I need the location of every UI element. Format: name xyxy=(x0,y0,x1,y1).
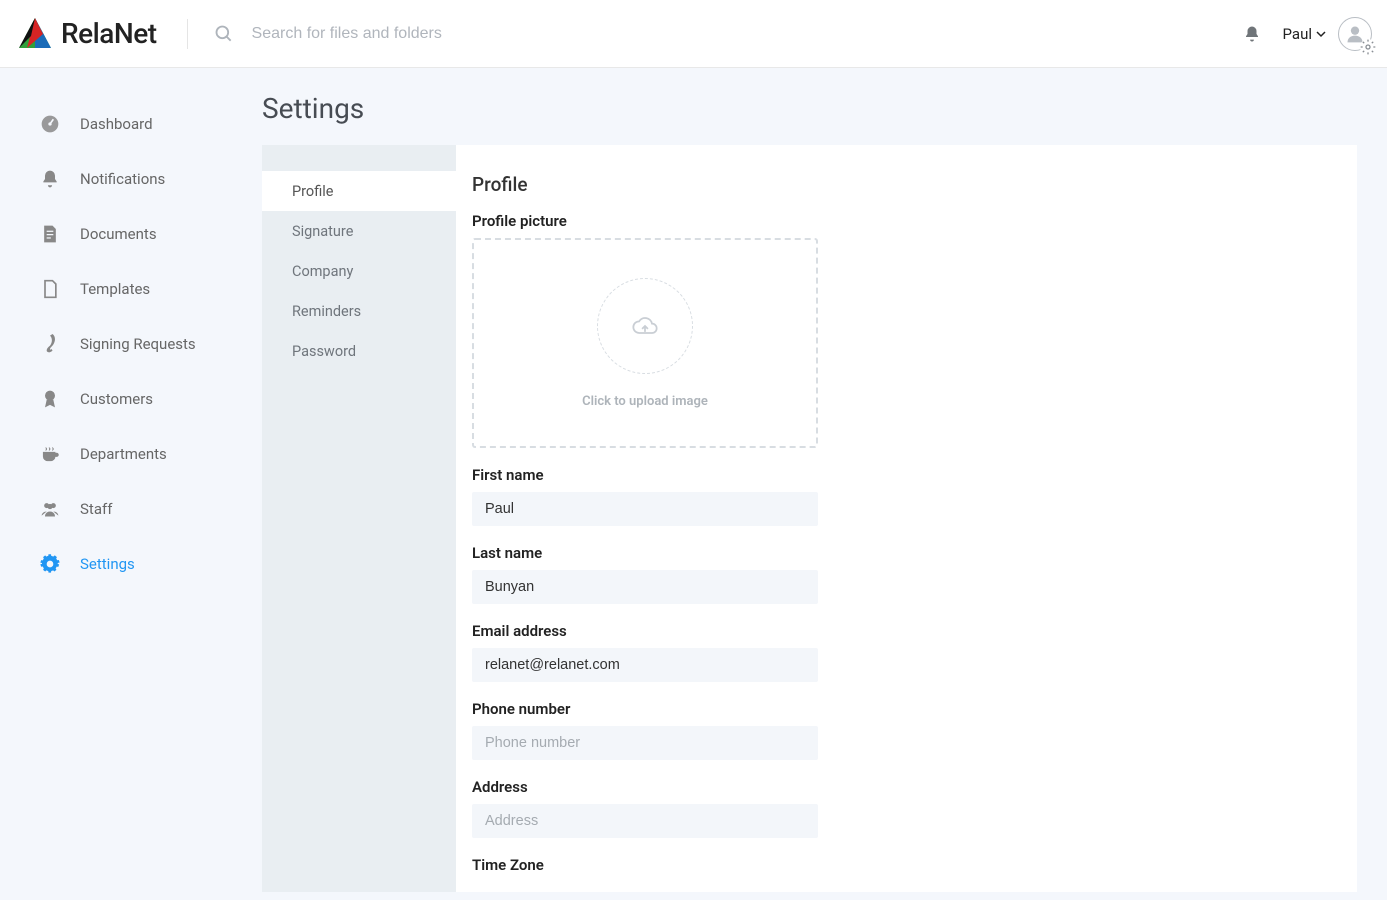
label-profile-picture: Profile picture xyxy=(472,212,1357,230)
separator xyxy=(187,19,188,49)
coffee-icon xyxy=(40,444,60,464)
upload-dropzone[interactable]: Click to upload image xyxy=(472,238,818,448)
sidebar-item-label: Departments xyxy=(80,445,167,463)
gear-icon xyxy=(40,554,60,574)
tab-reminders[interactable]: Reminders xyxy=(262,291,456,331)
bell-icon xyxy=(40,169,60,189)
section-title: Profile xyxy=(472,173,1357,196)
cloud-upload-icon xyxy=(631,312,659,340)
signature-icon xyxy=(40,334,60,354)
search-input[interactable] xyxy=(252,25,652,43)
user-name: Paul xyxy=(1283,25,1312,43)
main-content: Settings Profile Signature Company Remin… xyxy=(262,68,1387,900)
notification-icon[interactable] xyxy=(1243,25,1261,43)
logo-icon xyxy=(15,14,55,54)
sidebar-item-label: Signing Requests xyxy=(80,335,196,353)
sidebar-item-customers[interactable]: Customers xyxy=(0,371,262,426)
sidebar-item-label: Templates xyxy=(80,280,150,298)
page-title: Settings xyxy=(262,68,1357,145)
sidebar-item-signing-requests[interactable]: Signing Requests xyxy=(0,316,262,371)
sidebar-item-templates[interactable]: Templates xyxy=(0,261,262,316)
gear-icon xyxy=(1360,39,1376,55)
sidebar-item-label: Staff xyxy=(80,500,112,518)
settings-tabs: Profile Signature Company Reminders Pass… xyxy=(262,145,456,892)
tab-profile[interactable]: Profile xyxy=(262,171,456,211)
tab-signature[interactable]: Signature xyxy=(262,211,456,251)
tab-company[interactable]: Company xyxy=(262,251,456,291)
sidebar-item-label: Customers xyxy=(80,390,153,408)
sidebar-item-label: Notifications xyxy=(80,170,165,188)
chevron-down-icon xyxy=(1316,29,1326,39)
phone-field[interactable] xyxy=(472,726,818,760)
logo[interactable]: RelaNet xyxy=(15,14,157,54)
sidebar-item-staff[interactable]: Staff xyxy=(0,481,262,536)
people-icon xyxy=(40,499,60,519)
user-menu[interactable]: Paul xyxy=(1283,17,1372,51)
sidebar-item-label: Dashboard xyxy=(80,115,153,133)
search-icon xyxy=(214,24,234,44)
sidebar-item-label: Documents xyxy=(80,225,157,243)
template-icon xyxy=(40,279,60,299)
address-field[interactable] xyxy=(472,804,818,838)
settings-card: Profile Signature Company Reminders Pass… xyxy=(262,145,1357,892)
email-field[interactable] xyxy=(472,648,818,682)
avatar[interactable] xyxy=(1338,17,1372,51)
sidebar-item-notifications[interactable]: Notifications xyxy=(0,151,262,206)
last-name-field[interactable] xyxy=(472,570,818,604)
label-timezone: Time Zone xyxy=(472,856,1357,874)
tab-password[interactable]: Password xyxy=(262,331,456,371)
sidebar-item-label: Settings xyxy=(80,555,135,573)
search-bar xyxy=(196,24,1243,44)
header: RelaNet Paul xyxy=(0,0,1387,68)
label-first-name: First name xyxy=(472,466,1357,484)
label-address: Address xyxy=(472,778,1357,796)
document-icon xyxy=(40,224,60,244)
award-icon xyxy=(40,389,60,409)
sidebar-item-dashboard[interactable]: Dashboard xyxy=(0,96,262,151)
first-name-field[interactable] xyxy=(472,492,818,526)
upload-text: Click to upload image xyxy=(582,394,708,409)
sidebar-item-documents[interactable]: Documents xyxy=(0,206,262,261)
profile-pane: Profile Profile picture Click to upload … xyxy=(456,145,1357,892)
label-email: Email address xyxy=(472,622,1357,640)
gauge-icon xyxy=(40,114,60,134)
sidebar-item-departments[interactable]: Departments xyxy=(0,426,262,481)
logo-text: RelaNet xyxy=(61,17,157,50)
sidebar-item-settings[interactable]: Settings xyxy=(0,536,262,591)
label-phone: Phone number xyxy=(472,700,1357,718)
sidebar: Dashboard Notifications Documents Templa… xyxy=(0,68,262,900)
label-last-name: Last name xyxy=(472,544,1357,562)
